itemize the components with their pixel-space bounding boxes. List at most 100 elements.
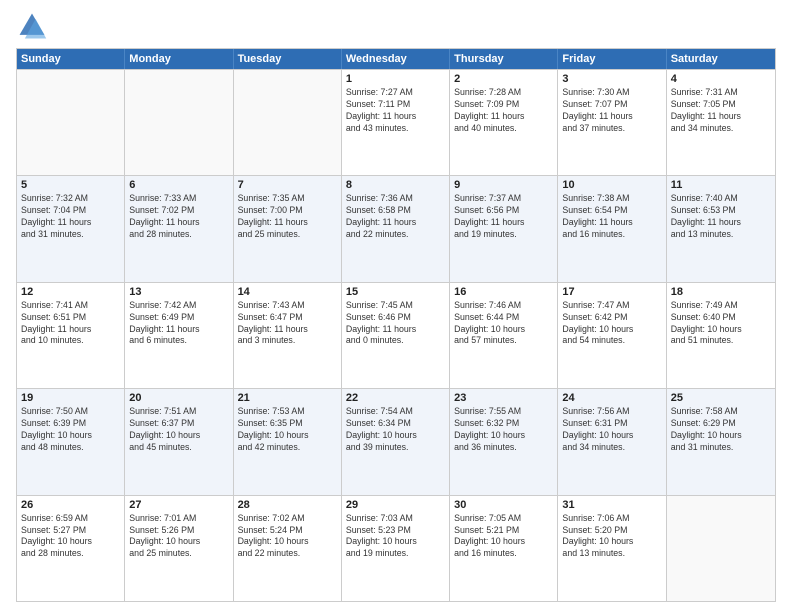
cell-info: Sunrise: 7:54 AM Sunset: 6:34 PM Dayligh… <box>346 406 445 454</box>
cell-day-number: 15 <box>346 286 445 298</box>
calendar-cell: 25 Sunrise: 7:58 AM Sunset: 6:29 PM Dayli… <box>667 389 775 494</box>
calendar-header-cell: Sunday <box>17 49 125 69</box>
cell-day-number: 19 <box>21 392 120 404</box>
calendar-cell <box>125 70 233 175</box>
cell-info: Sunrise: 7:50 AM Sunset: 6:39 PM Dayligh… <box>21 406 120 454</box>
calendar-cell: 15 Sunrise: 7:45 AM Sunset: 6:46 PM Dayli… <box>342 283 450 388</box>
cell-info: Sunrise: 7:51 AM Sunset: 6:37 PM Dayligh… <box>129 406 228 454</box>
calendar-cell: 28 Sunrise: 7:02 AM Sunset: 5:24 PM Dayli… <box>234 496 342 601</box>
cell-day-number: 2 <box>454 73 553 85</box>
calendar-cell: 16Sunrise: 7:46 AM Sunset: 6:44 PM Dayli… <box>450 283 558 388</box>
cell-day-number: 20 <box>129 392 228 404</box>
cell-info: Sunrise: 7:03 AM Sunset: 5:23 PM Dayligh… <box>346 513 445 561</box>
cell-day-number: 29 <box>346 499 445 511</box>
cell-info: Sunrise: 7:30 AM Sunset: 7:07 PM Dayligh… <box>562 87 661 135</box>
calendar-cell: 6 Sunrise: 7:33 AM Sunset: 7:02 PM Daylig… <box>125 176 233 281</box>
calendar-cell <box>17 70 125 175</box>
cell-day-number: 22 <box>346 392 445 404</box>
calendar-cell: 30Sunrise: 7:05 AM Sunset: 5:21 PM Dayli… <box>450 496 558 601</box>
calendar-row: 19 Sunrise: 7:50 AM Sunset: 6:39 PM Dayli… <box>17 388 775 494</box>
calendar-cell: 21 Sunrise: 7:53 AM Sunset: 6:35 PM Dayli… <box>234 389 342 494</box>
calendar-cell: 10 Sunrise: 7:38 AM Sunset: 6:54 PM Dayli… <box>558 176 666 281</box>
cell-info: Sunrise: 7:33 AM Sunset: 7:02 PM Dayligh… <box>129 193 228 241</box>
cell-day-number: 4 <box>671 73 771 85</box>
calendar-row: 1 Sunrise: 7:27 AM Sunset: 7:11 PM Daylig… <box>17 69 775 175</box>
calendar-cell: 31 Sunrise: 7:06 AM Sunset: 5:20 PM Dayli… <box>558 496 666 601</box>
calendar-cell: 27Sunrise: 7:01 AM Sunset: 5:26 PM Dayli… <box>125 496 233 601</box>
calendar-header-cell: Friday <box>558 49 666 69</box>
cell-info: Sunrise: 7:58 AM Sunset: 6:29 PM Dayligh… <box>671 406 771 454</box>
cell-day-number: 13 <box>129 286 228 298</box>
cell-day-number: 31 <box>562 499 661 511</box>
cell-day-number: 25 <box>671 392 771 404</box>
calendar-cell: 1 Sunrise: 7:27 AM Sunset: 7:11 PM Daylig… <box>342 70 450 175</box>
calendar-cell: 22 Sunrise: 7:54 AM Sunset: 6:34 PM Dayli… <box>342 389 450 494</box>
cell-info: Sunrise: 7:35 AM Sunset: 7:00 PM Dayligh… <box>238 193 337 241</box>
calendar-cell: 2 Sunrise: 7:28 AM Sunset: 7:09 PM Daylig… <box>450 70 558 175</box>
cell-day-number: 8 <box>346 179 445 191</box>
cell-info: Sunrise: 7:38 AM Sunset: 6:54 PM Dayligh… <box>562 193 661 241</box>
calendar-header-cell: Saturday <box>667 49 775 69</box>
calendar-cell: 13Sunrise: 7:42 AM Sunset: 6:49 PM Dayli… <box>125 283 233 388</box>
calendar-cell: 19 Sunrise: 7:50 AM Sunset: 6:39 PM Dayli… <box>17 389 125 494</box>
calendar-row: 12 Sunrise: 7:41 AM Sunset: 6:51 PM Dayli… <box>17 282 775 388</box>
calendar-cell: 11 Sunrise: 7:40 AM Sunset: 6:53 PM Dayli… <box>667 176 775 281</box>
cell-day-number: 27 <box>129 499 228 511</box>
calendar-cell: 14 Sunrise: 7:43 AM Sunset: 6:47 PM Dayli… <box>234 283 342 388</box>
calendar-header-cell: Tuesday <box>234 49 342 69</box>
cell-info: Sunrise: 7:49 AM Sunset: 6:40 PM Dayligh… <box>671 300 771 348</box>
calendar-cell: 18 Sunrise: 7:49 AM Sunset: 6:40 PM Dayli… <box>667 283 775 388</box>
cell-info: Sunrise: 7:37 AM Sunset: 6:56 PM Dayligh… <box>454 193 553 241</box>
cell-info: Sunrise: 7:55 AM Sunset: 6:32 PM Dayligh… <box>454 406 553 454</box>
cell-info: Sunrise: 7:45 AM Sunset: 6:46 PM Dayligh… <box>346 300 445 348</box>
cell-info: Sunrise: 7:40 AM Sunset: 6:53 PM Dayligh… <box>671 193 771 241</box>
calendar-row: 26 Sunrise: 6:59 AM Sunset: 5:27 PM Dayli… <box>17 495 775 601</box>
calendar-cell: 5 Sunrise: 7:32 AM Sunset: 7:04 PM Daylig… <box>17 176 125 281</box>
cell-day-number: 7 <box>238 179 337 191</box>
cell-day-number: 17 <box>562 286 661 298</box>
cell-day-number: 28 <box>238 499 337 511</box>
cell-day-number: 14 <box>238 286 337 298</box>
cell-day-number: 16 <box>454 286 553 298</box>
cell-info: Sunrise: 7:41 AM Sunset: 6:51 PM Dayligh… <box>21 300 120 348</box>
logo-icon <box>16 10 48 42</box>
cell-info: Sunrise: 7:02 AM Sunset: 5:24 PM Dayligh… <box>238 513 337 561</box>
calendar-cell: 17Sunrise: 7:47 AM Sunset: 6:42 PM Dayli… <box>558 283 666 388</box>
cell-day-number: 12 <box>21 286 120 298</box>
cell-day-number: 30 <box>454 499 553 511</box>
cell-day-number: 5 <box>21 179 120 191</box>
cell-day-number: 3 <box>562 73 661 85</box>
calendar-cell: 8 Sunrise: 7:36 AM Sunset: 6:58 PM Daylig… <box>342 176 450 281</box>
cell-info: Sunrise: 7:31 AM Sunset: 7:05 PM Dayligh… <box>671 87 771 135</box>
calendar-row: 5 Sunrise: 7:32 AM Sunset: 7:04 PM Daylig… <box>17 175 775 281</box>
header <box>16 10 776 42</box>
cell-day-number: 1 <box>346 73 445 85</box>
cell-info: Sunrise: 7:32 AM Sunset: 7:04 PM Dayligh… <box>21 193 120 241</box>
cell-info: Sunrise: 6:59 AM Sunset: 5:27 PM Dayligh… <box>21 513 120 561</box>
cell-day-number: 10 <box>562 179 661 191</box>
calendar-cell: 12 Sunrise: 7:41 AM Sunset: 6:51 PM Dayli… <box>17 283 125 388</box>
cell-info: Sunrise: 7:43 AM Sunset: 6:47 PM Dayligh… <box>238 300 337 348</box>
cell-info: Sunrise: 7:28 AM Sunset: 7:09 PM Dayligh… <box>454 87 553 135</box>
calendar-body: 1 Sunrise: 7:27 AM Sunset: 7:11 PM Daylig… <box>17 69 775 601</box>
cell-day-number: 18 <box>671 286 771 298</box>
cell-info: Sunrise: 7:53 AM Sunset: 6:35 PM Dayligh… <box>238 406 337 454</box>
cell-day-number: 21 <box>238 392 337 404</box>
calendar-cell <box>234 70 342 175</box>
cell-day-number: 11 <box>671 179 771 191</box>
page: SundayMondayTuesdayWednesdayThursdayFrid… <box>0 0 792 612</box>
calendar-cell: 9Sunrise: 7:37 AM Sunset: 6:56 PM Daylig… <box>450 176 558 281</box>
calendar-header-cell: Wednesday <box>342 49 450 69</box>
cell-day-number: 6 <box>129 179 228 191</box>
calendar-cell: 20 Sunrise: 7:51 AM Sunset: 6:37 PM Dayli… <box>125 389 233 494</box>
calendar-cell: 23Sunrise: 7:55 AM Sunset: 6:32 PM Dayli… <box>450 389 558 494</box>
cell-info: Sunrise: 7:36 AM Sunset: 6:58 PM Dayligh… <box>346 193 445 241</box>
calendar-cell: 29 Sunrise: 7:03 AM Sunset: 5:23 PM Dayli… <box>342 496 450 601</box>
cell-day-number: 26 <box>21 499 120 511</box>
calendar-header-cell: Monday <box>125 49 233 69</box>
cell-info: Sunrise: 7:06 AM Sunset: 5:20 PM Dayligh… <box>562 513 661 561</box>
calendar-cell: 3 Sunrise: 7:30 AM Sunset: 7:07 PM Daylig… <box>558 70 666 175</box>
calendar-header-cell: Thursday <box>450 49 558 69</box>
cell-info: Sunrise: 7:27 AM Sunset: 7:11 PM Dayligh… <box>346 87 445 135</box>
calendar: SundayMondayTuesdayWednesdayThursdayFrid… <box>16 48 776 602</box>
